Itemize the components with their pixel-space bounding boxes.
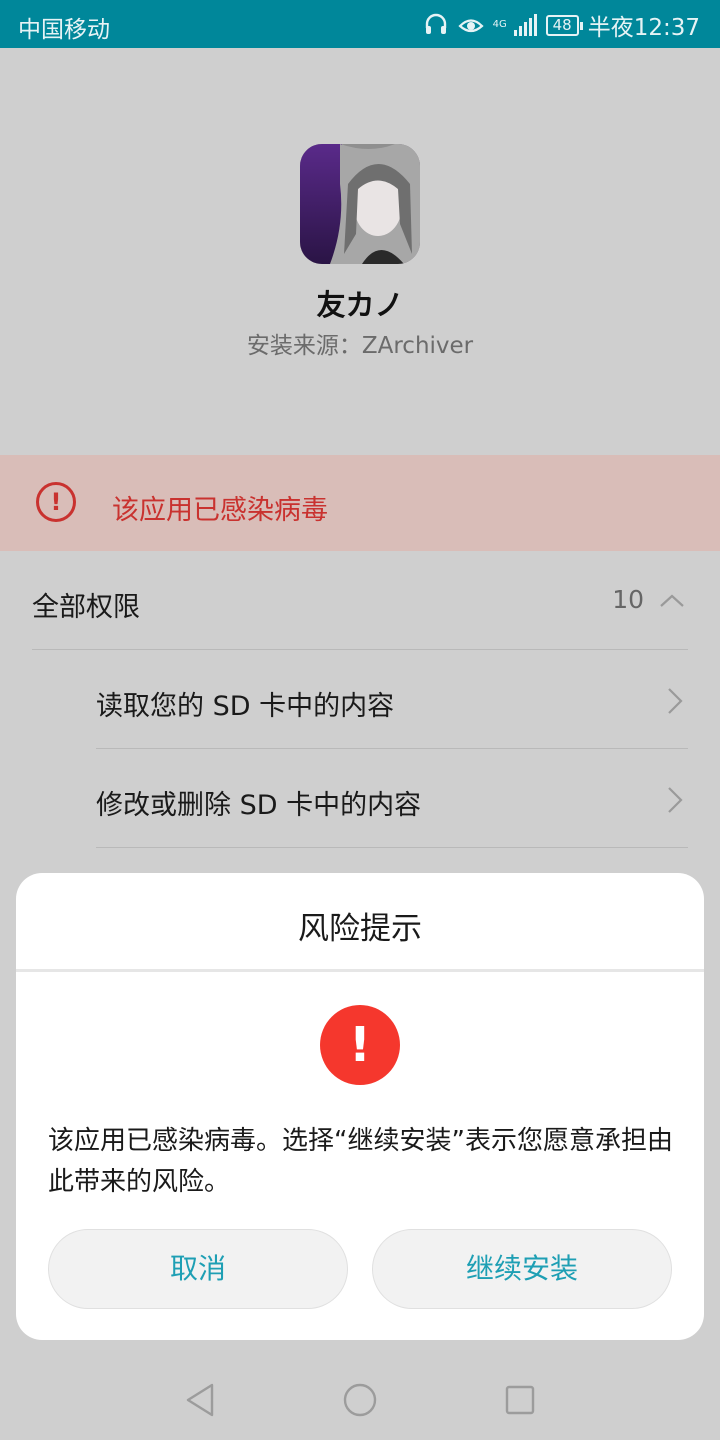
permission-item-read-sd[interactable]: 读取您的 SD 卡中的内容 <box>96 684 688 724</box>
chevron-right-icon <box>668 688 683 714</box>
headset-icon <box>425 13 446 34</box>
chevron-up-icon <box>660 594 684 607</box>
recents-icon[interactable] <box>504 1382 536 1418</box>
eye-comfort-icon <box>458 19 484 33</box>
alert-icon: ! <box>320 1005 400 1085</box>
navigation-bar <box>0 1360 720 1440</box>
permissions-title: 全部权限 <box>32 592 140 623</box>
dialog-title: 风险提示 <box>298 911 422 947</box>
all-permissions-header[interactable]: 全部权限 10 <box>32 585 688 625</box>
network-type-label: 4G <box>492 19 507 30</box>
continue-install-button[interactable]: 继续安装 <box>372 1229 672 1309</box>
install-source: 安装来源：ZArchiver <box>246 333 474 359</box>
warning-icon: ! <box>36 482 76 522</box>
virus-warning-text: 该应用已感染病毒 <box>112 495 328 526</box>
battery-icon: 48 <box>545 14 583 36</box>
divider <box>32 649 688 650</box>
permissions-count: 10 <box>612 585 644 614</box>
cancel-button[interactable]: 取消 <box>48 1229 348 1309</box>
divider <box>96 748 688 749</box>
divider <box>96 847 688 848</box>
back-icon[interactable] <box>184 1382 216 1418</box>
dialog-divider <box>16 969 704 972</box>
signal-icon <box>513 14 537 36</box>
status-icons: 4G 48 半夜12:37 <box>423 8 700 42</box>
home-icon[interactable] <box>342 1382 378 1418</box>
risk-dialog: 风险提示 ! 该应用已感染病毒。选择“继续安装”表示您愿意承担由此带来的风险。 … <box>16 873 704 1340</box>
carrier-label: 中国移动 <box>18 17 110 43</box>
permission-item-modify-sd[interactable]: 修改或删除 SD 卡中的内容 <box>96 783 688 823</box>
app-name: 友カノ <box>316 288 404 322</box>
permission-label: 读取您的 SD 卡中的内容 <box>96 691 395 722</box>
dialog-message: 该应用已感染病毒。选择“继续安装”表示您愿意承担由此带来的风险。 <box>48 1126 673 1197</box>
chevron-right-icon <box>668 787 683 813</box>
clock-label: 半夜12:37 <box>587 15 700 41</box>
app-icon <box>300 144 420 264</box>
status-bar: 中国移动 4G 48 半夜12:37 <box>0 0 720 48</box>
virus-warning-banner: ! 该应用已感染病毒 <box>0 455 720 551</box>
permission-label: 修改或删除 SD 卡中的内容 <box>96 790 422 821</box>
